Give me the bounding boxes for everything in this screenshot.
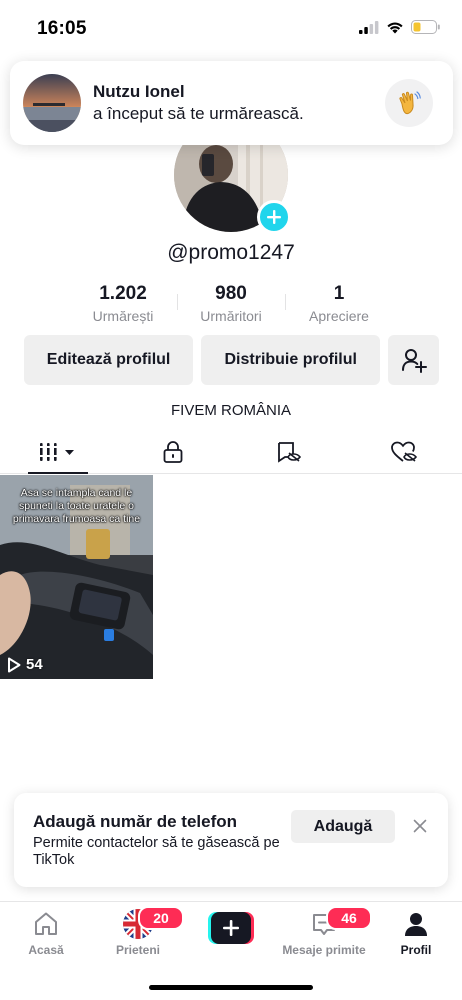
profile-stats: 1.202 Urmărești 980 Urmăritori 1 Aprecie…	[69, 282, 393, 328]
inbox-badge: 46	[326, 906, 372, 930]
stat-value: 1	[333, 283, 345, 304]
add-phone-button[interactable]: Adaugă	[291, 810, 395, 843]
nav-label: Acasă	[28, 943, 64, 957]
nav-profile[interactable]: Profil	[370, 908, 462, 957]
nav-icon	[370, 908, 462, 940]
notification-avatar	[23, 74, 81, 132]
home-indicator	[149, 985, 313, 990]
edit-profile-button[interactable]: Editează profilul	[24, 335, 194, 385]
create-button[interactable]	[208, 912, 254, 944]
profile-tabs	[0, 430, 462, 474]
profile-username: @promo1247	[167, 241, 295, 264]
prompt-title: Adaugă număr de telefon	[33, 812, 238, 831]
stat-value: 1.202	[99, 283, 147, 304]
wave-back-button[interactable]	[385, 79, 433, 127]
video-views: 54	[7, 656, 43, 673]
profile-icon	[405, 913, 427, 936]
add-person-icon	[401, 349, 427, 373]
lock-icon	[163, 440, 183, 463]
waving-hand-icon	[399, 91, 421, 115]
play-icon	[8, 657, 21, 672]
nav-label: Profil	[400, 943, 432, 957]
home-icon	[35, 912, 57, 935]
heart-off-icon	[391, 441, 418, 462]
stat-label: Urmăritori	[200, 308, 262, 324]
stat-value: 980	[215, 283, 247, 304]
grid-icon	[38, 442, 74, 461]
notification-text: a început să te urmărească.	[93, 104, 304, 123]
add-story-button[interactable]	[257, 200, 291, 234]
wifi-icon	[387, 22, 403, 33]
prompt-description: Permite contactelor să te găsească pe Ti…	[33, 835, 280, 868]
video-view-count: 54	[26, 656, 43, 673]
tab-videos[interactable]	[0, 430, 116, 474]
nav-icon: 46	[278, 906, 372, 940]
nav-icon	[0, 908, 92, 940]
profile-bio: FIVEM ROMÂNIA	[170, 402, 291, 419]
battery-icon	[411, 20, 440, 34]
nav-home[interactable]: Acasă	[0, 908, 92, 957]
share-profile-button[interactable]: Distribuie profilul	[201, 335, 381, 385]
nav-icon: 20	[92, 906, 184, 940]
video-caption: Asa se intampla cand le spuneti la toate…	[12, 487, 141, 525]
stat-followers[interactable]: 980 Urmăritori	[177, 282, 285, 328]
chevron-down-icon	[64, 449, 74, 455]
status-icons	[359, 20, 440, 34]
eye-off-icon	[277, 441, 301, 463]
nav-label: Prieteni	[115, 943, 160, 957]
friends-badge: 20	[138, 906, 184, 930]
notification-name: Nutzu Ionel	[93, 82, 185, 101]
stat-label: Urmărești	[92, 308, 154, 324]
nav-friends[interactable]: 20 Prieteni	[92, 906, 184, 957]
add-friend-button[interactable]	[388, 335, 440, 385]
add-phone-prompt: Adaugă număr de telefon Permite contacte…	[14, 793, 448, 887]
video-thumbnail[interactable]: Asa se intampla cand le spuneti la toate…	[0, 475, 153, 679]
status-bar: 16:05	[0, 0, 462, 58]
status-time: 16:05	[37, 18, 87, 39]
follow-notification[interactable]: Nutzu Ionel a început să te urmărească.	[10, 61, 453, 145]
tab-private[interactable]	[116, 430, 232, 473]
tab-reposts[interactable]	[231, 430, 347, 473]
create-plus-icon	[208, 912, 254, 944]
cellular-signal-icon	[359, 20, 379, 34]
stat-following[interactable]: 1.202 Urmărești	[69, 282, 177, 328]
nav-inbox[interactable]: 46 Mesaje primite	[278, 906, 372, 957]
stat-likes[interactable]: 1 Apreciere	[285, 282, 393, 328]
prompt-close-button[interactable]	[407, 813, 433, 839]
close-icon	[413, 819, 427, 833]
stat-label: Apreciere	[309, 308, 369, 324]
sunset-photo	[23, 74, 81, 132]
plus-icon	[267, 210, 281, 224]
nav-label: Mesaje primite	[282, 943, 366, 957]
profile-actions: Editează profilul Distribuie profilul	[24, 335, 440, 385]
tab-liked[interactable]	[347, 430, 462, 473]
